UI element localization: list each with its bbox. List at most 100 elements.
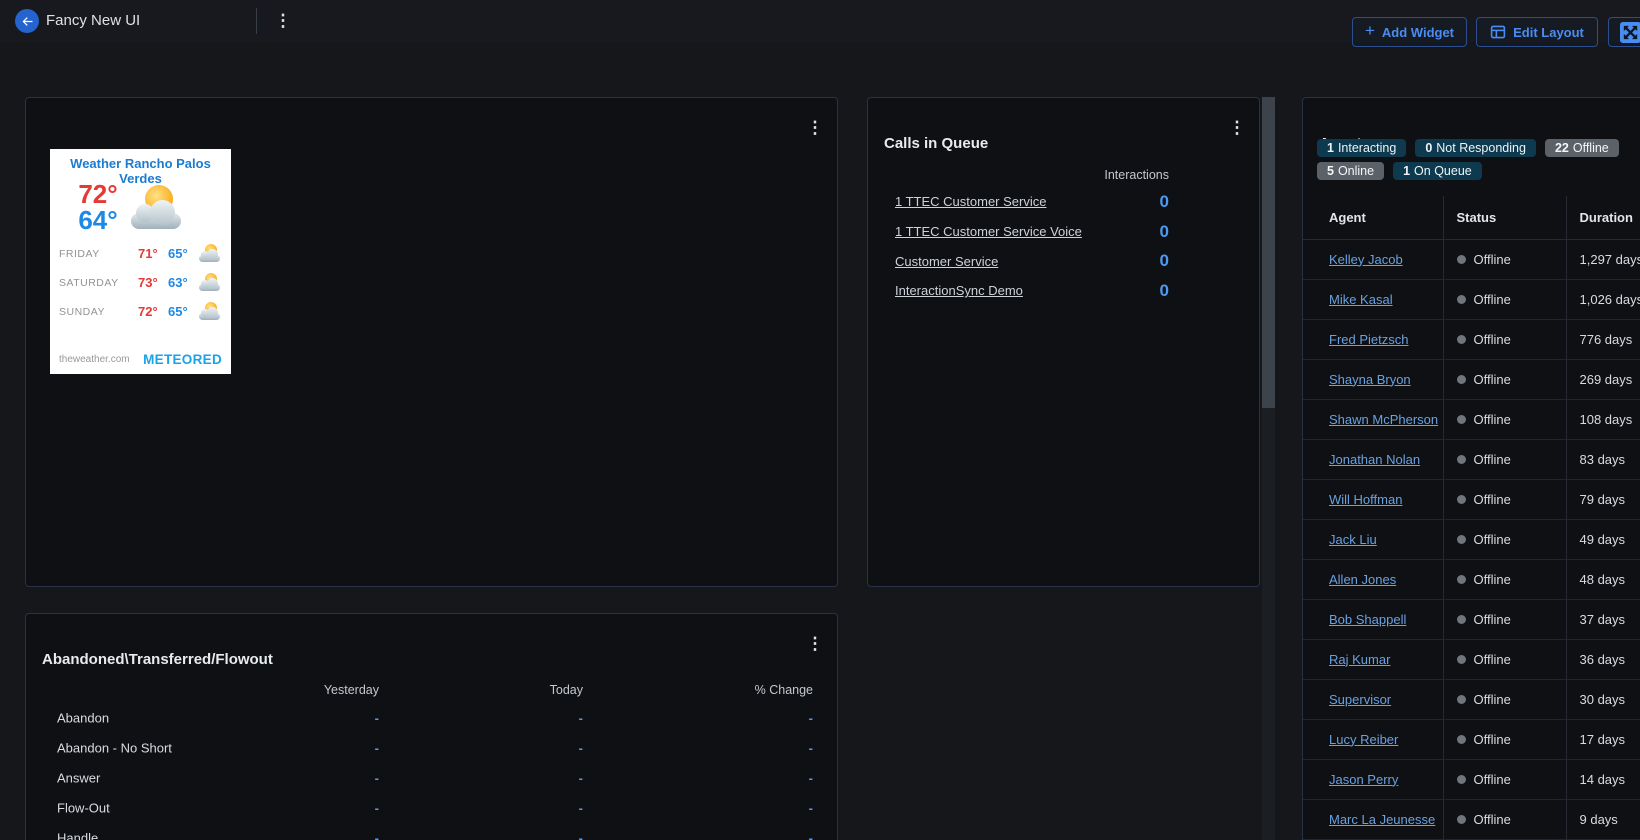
offline-status-dot-icon [1456, 814, 1466, 824]
topbar-kebab-menu-icon[interactable]: ⋮ [272, 11, 294, 31]
abandoned-transferred-flowout-panel: Abandoned\Transferred/Flowout ⋮ Yesterda… [25, 613, 838, 840]
forecast-low: 65° [168, 246, 188, 261]
calls-in-queue-panel: Calls in Queue ⋮ Interactions 1 TTEC Cus… [867, 97, 1260, 587]
agents-table-header: Agent Status Duration [1303, 196, 1640, 240]
agent-status: Offline [1473, 811, 1511, 827]
agent-name-link[interactable]: Shawn McPherson [1329, 412, 1438, 427]
agent-name-link[interactable]: Kelley Jacob [1329, 252, 1403, 267]
offline-status-dot-icon [1456, 734, 1466, 744]
status-badge[interactable]: 5 Online [1317, 162, 1385, 180]
weather-source-link[interactable]: theweather.com [59, 354, 130, 365]
offline-status-dot-icon [1456, 774, 1466, 784]
sun-behind-cloud-icon [198, 273, 222, 292]
vertical-scrollbar-track[interactable] [1262, 97, 1275, 840]
metric-change-value: - [808, 800, 813, 816]
edit-layout-button[interactable]: Edit Layout [1476, 17, 1598, 47]
agent-name-link[interactable]: Mike Kasal [1329, 292, 1393, 307]
agent-duration: 83 days [1565, 439, 1640, 480]
forecast-high: 72° [138, 304, 158, 319]
badge-count: 1 [1327, 141, 1334, 155]
vertical-scrollbar-thumb[interactable] [1262, 97, 1275, 408]
agent-duration: 269 days [1565, 359, 1640, 400]
queue-interactions-value: 0 [1159, 221, 1169, 241]
agent-name-link[interactable]: Allen Jones [1329, 572, 1396, 587]
agent-name-link[interactable]: Will Hoffman [1329, 492, 1402, 507]
agent-name-link[interactable]: Raj Kumar [1329, 652, 1390, 667]
forecast-day: FRIDAY [59, 247, 100, 260]
badge-count: 5 [1327, 164, 1334, 178]
agent-status: Offline [1473, 771, 1511, 787]
forecast-high: 71° [138, 246, 158, 261]
agent-row: Raj Kumar Offline 36 days [1303, 639, 1640, 680]
queue-link[interactable]: 1 TTEC Customer Service [895, 194, 1046, 209]
agent-name-link[interactable]: Shayna Bryon [1329, 372, 1411, 387]
agent-row: Fred Pietzsch Offline 776 days [1303, 319, 1640, 360]
badge-count: 22 [1554, 141, 1569, 155]
agent-name-link[interactable]: Jonathan Nolan [1329, 452, 1420, 467]
weather-panel-kebab-icon[interactable]: ⋮ [805, 118, 825, 138]
agent-name-link[interactable]: Lucy Reiber [1329, 732, 1398, 747]
abandoned-panel-kebab-icon[interactable]: ⋮ [805, 634, 825, 654]
agent-name-link[interactable]: Jack Liu [1329, 532, 1377, 547]
agents-panel: Agents 1Interacting 0Not Responding 22Of… [1302, 97, 1640, 840]
queue-row: 1 TTEC Customer Service Voice 0 [895, 217, 1169, 247]
badge-label: On Queue [1414, 164, 1472, 178]
agent-name-link[interactable]: Jason Perry [1329, 772, 1398, 787]
agent-duration: 1,297 days [1565, 239, 1640, 280]
metric-change-value: - [808, 830, 813, 840]
queue-link[interactable]: 1 TTEC Customer Service Voice [895, 224, 1082, 239]
metric-yesterday-value: - [374, 740, 379, 756]
meteored-logo[interactable]: METEORED [143, 352, 222, 367]
add-widget-label: Add Widget [1381, 24, 1455, 40]
badge-count: 1 [1403, 164, 1411, 178]
agent-row: Mike Kasal Offline 1,026 days [1303, 279, 1640, 320]
add-widget-button[interactable]: + Add Widget [1352, 17, 1467, 47]
abandoned-panel-title: Abandoned\Transferred/Flowout [42, 651, 273, 668]
metric-label: Abandon [57, 710, 110, 726]
queue-link[interactable]: Customer Service [895, 254, 998, 269]
agent-row: Supervisor Offline 30 days [1303, 679, 1640, 720]
current-low-temp: 64° [78, 205, 118, 235]
metric-yesterday-value: - [374, 800, 379, 816]
agent-name-link[interactable]: Bob Shappell [1329, 612, 1406, 627]
agent-row: Shayna Bryon Offline 269 days [1303, 359, 1640, 400]
agent-row: Jack Liu Offline 49 days [1303, 519, 1640, 560]
metric-yesterday-value: - [374, 830, 379, 840]
sun-behind-cloud-icon [198, 244, 222, 263]
agent-status-badges: 1 Interacting 0 Not Responding 22 Offline 5… [1317, 139, 1640, 180]
status-column-header: Status [1442, 196, 1566, 240]
agent-name-link[interactable]: Marc La Jeunesse [1329, 812, 1435, 827]
metric-yesterday-value: - [374, 770, 379, 786]
metric-row: Handle - - - [26, 823, 839, 840]
offline-status-dot-icon [1456, 534, 1466, 544]
offline-status-dot-icon [1456, 414, 1466, 424]
queue-row: InteractionSync Demo 0 [895, 276, 1169, 306]
badge-label: Online [1337, 164, 1375, 178]
offline-status-dot-icon [1456, 494, 1466, 504]
agent-row: Kelley Jacob Offline 1,297 days [1303, 239, 1640, 280]
status-badge[interactable]: 1 On Queue [1393, 162, 1482, 180]
forecast-low: 65° [168, 304, 188, 319]
agent-column-header: Agent [1303, 196, 1443, 240]
calls-panel-kebab-icon[interactable]: ⋮ [1227, 118, 1247, 138]
agent-duration: 48 days [1565, 559, 1640, 600]
status-badge[interactable]: 0 Not Responding [1415, 139, 1536, 157]
back-button[interactable] [15, 9, 39, 33]
agent-name-link[interactable]: Fred Pietzsch [1329, 332, 1408, 347]
status-badge[interactable]: 1 Interacting [1317, 139, 1407, 157]
agent-name-link[interactable]: Supervisor [1329, 692, 1391, 707]
agent-duration: 776 days [1565, 319, 1640, 360]
offline-status-dot-icon [1456, 574, 1466, 584]
fullscreen-button[interactable] [1608, 17, 1640, 47]
status-badge[interactable]: 22 Offline [1544, 139, 1619, 157]
queue-interactions-value: 0 [1159, 280, 1169, 300]
agent-status: Offline [1473, 411, 1511, 427]
back-arrow-icon [22, 16, 32, 26]
queue-link[interactable]: InteractionSync Demo [895, 283, 1023, 298]
agent-duration: 36 days [1565, 639, 1640, 680]
weather-widget[interactable]: Weather Rancho Palos Verdes 72° 64° FRID… [50, 149, 231, 374]
agent-duration: 37 days [1565, 599, 1640, 640]
agent-duration: 108 days [1565, 399, 1640, 440]
agent-row: Allen Jones Offline 48 days [1303, 559, 1640, 600]
queue-interactions-value: 0 [1159, 191, 1169, 211]
